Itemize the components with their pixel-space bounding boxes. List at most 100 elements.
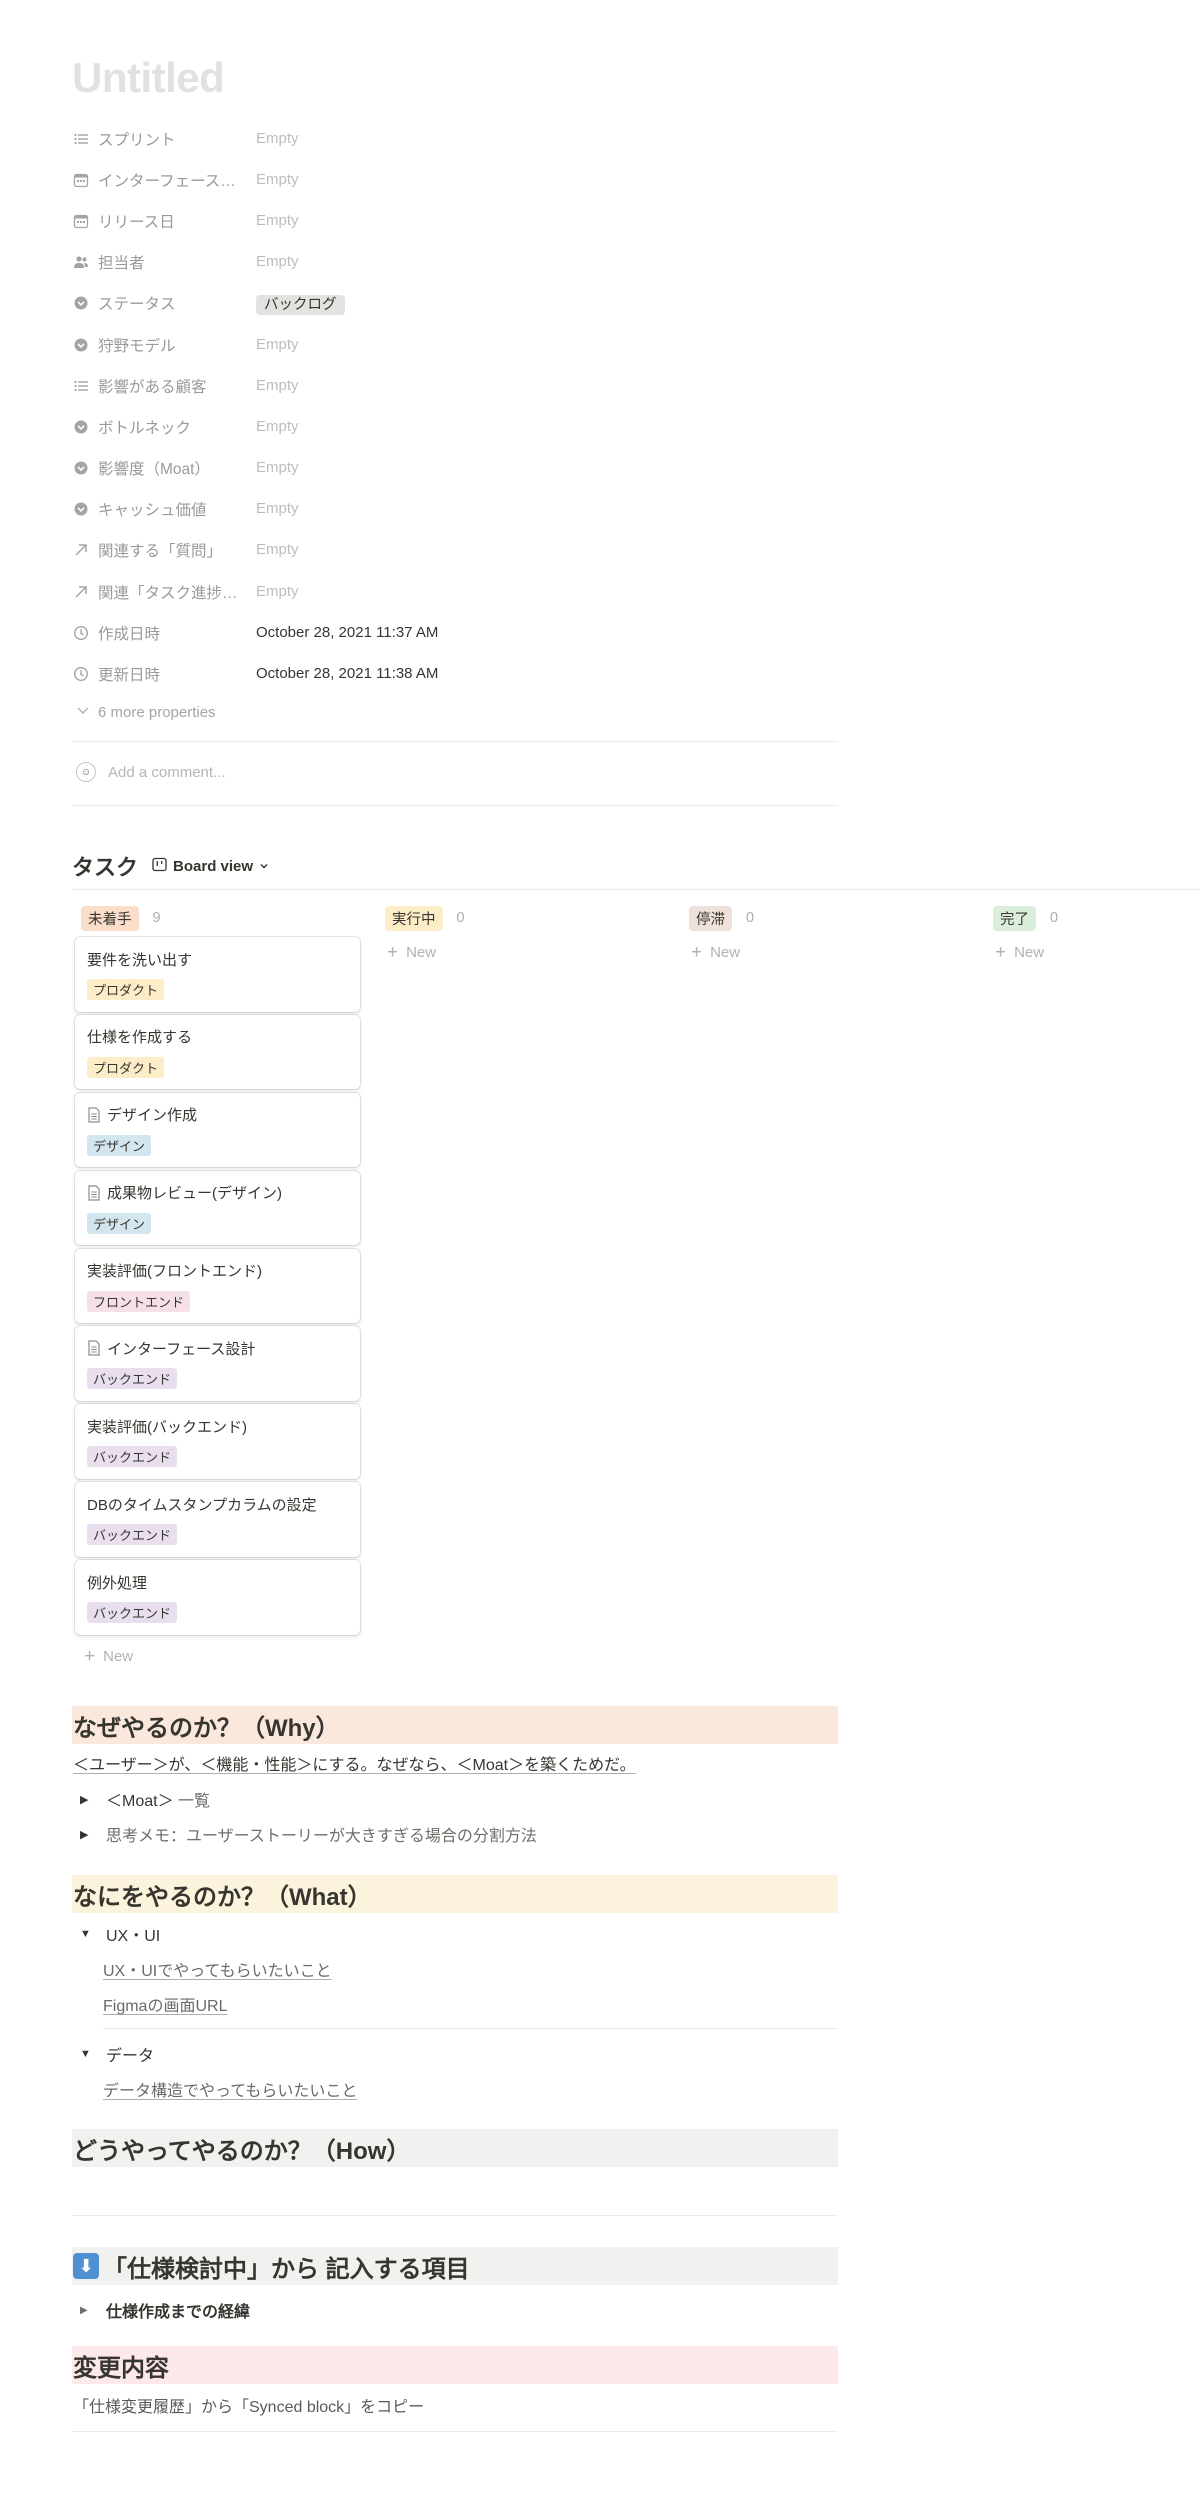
property-value-cell[interactable]: バックログ [256,293,345,315]
page-title[interactable]: Untitled [72,54,225,102]
property-value[interactable]: Empty [256,212,299,229]
board-column: 完了 0 + New [987,905,1200,962]
property-value-cell[interactable]: Empty [256,253,299,271]
property-name[interactable]: キャッシュ価値 [72,498,256,520]
property-name[interactable]: 作成日時 [72,622,256,644]
toggle-moat-list[interactable]: ▶ ＜Moat＞ 一覧 [80,1787,210,1811]
property-value-cell[interactable]: Empty [256,583,299,601]
property-row[interactable]: 関連する「質問」 Empty [72,530,838,571]
property-value-cell[interactable]: October 28, 2021 11:38 AM [256,665,438,683]
property-row[interactable]: 狩野モデル Empty [72,324,838,365]
property-name[interactable]: 担当者 [72,251,256,273]
why-statement[interactable]: ＜ユーザー＞が、＜機能・性能＞にする。なぜなら、＜Moat＞を築くためだ。 [73,1751,636,1775]
comment-input[interactable]: ☺ Add a comment... [76,762,226,782]
property-value[interactable]: October 28, 2021 11:37 AM [256,624,438,641]
board-card[interactable]: 仕様を作成する プロダクト [75,1014,360,1090]
board-card[interactable]: 実装評価(バックエンド) バックエンド [75,1404,360,1479]
new-card-button[interactable]: + New [987,943,1200,962]
card-list: 要件を洗い出す プロダクト 仕様を作成する プロダクト デザイン作成 デザイン … [75,937,360,1638]
property-name[interactable]: リリース日 [72,210,256,232]
property-value-cell[interactable]: Empty [256,500,299,518]
property-name[interactable]: スプリント [72,128,256,150]
property-value[interactable]: Empty [256,500,299,517]
select-icon [72,500,90,518]
board-card[interactable]: 要件を洗い出す プロダクト [75,937,360,1012]
property-name[interactable]: ボトルネック [72,416,256,438]
property-value-cell[interactable]: Empty [256,418,299,436]
column-header[interactable]: 実行中 0 [379,905,669,931]
property-name[interactable]: 狩野モデル [72,334,256,356]
property-value[interactable]: Empty [256,336,299,353]
property-row[interactable]: 作成日時 October 28, 2021 11:37 AM [72,612,838,653]
property-row[interactable]: 影響がある顧客 Empty [72,365,838,406]
property-value-cell[interactable]: October 28, 2021 11:37 AM [256,624,438,642]
property-value[interactable]: Empty [256,541,299,558]
property-row[interactable]: 更新日時 October 28, 2021 11:38 AM [72,653,838,694]
ux-ui-link[interactable]: UX・UIでやってもらいたいこと [103,1957,332,1981]
column-header[interactable]: 未着手 9 [75,905,365,931]
new-card-button[interactable]: + New [84,1647,133,1666]
heading-change[interactable]: 変更内容 [72,2346,838,2384]
document-icon [87,1340,101,1357]
property-value-cell[interactable]: Empty [256,541,299,559]
property-name[interactable]: 影響がある顧客 [72,375,256,397]
property-value-cell[interactable]: Empty [256,377,299,395]
heading-spec[interactable]: ⬇ 「仕様検討中」から 記入する項目 [72,2247,838,2285]
column-header[interactable]: 停滞 0 [683,905,973,931]
property-row[interactable]: ステータス バックログ [72,283,838,324]
board-card[interactable]: 成果物レビュー(デザイン) デザイン [75,1170,360,1246]
heading-how[interactable]: どうやってやるのか？（How） [72,2129,838,2167]
property-row[interactable]: キャッシュ価値 Empty [72,489,838,530]
property-value[interactable]: Empty [256,253,299,270]
new-card-button[interactable]: + New [683,943,973,962]
board-card[interactable]: 例外処理 バックエンド [75,1560,360,1635]
property-name[interactable]: 関連する「質問」 [72,539,256,561]
property-row[interactable]: 担当者 Empty [72,242,838,283]
new-card-button[interactable]: + New [379,943,669,962]
property-value[interactable]: Empty [256,459,299,476]
board-card[interactable]: デザイン作成 デザイン [75,1092,360,1168]
property-value-cell[interactable]: Empty [256,336,299,354]
property-value[interactable]: Empty [256,418,299,435]
toggle-ux-ui[interactable]: ▼ UX・UI [80,1922,160,1946]
heading-what[interactable]: なにをやるのか？（What） [72,1875,838,1913]
property-row[interactable]: ボトルネック Empty [72,406,838,447]
toggle-label: 思考メモ：ユーザーストーリーが大きすぎる場合の分割方法 [106,1828,537,1845]
property-value[interactable]: Empty [256,583,299,600]
property-name[interactable]: 更新日時 [72,663,256,685]
database-title[interactable]: タスク [72,850,138,882]
property-value[interactable]: Empty [256,171,299,188]
property-name[interactable]: 影響度（Moat） [72,457,256,479]
property-value[interactable]: Empty [256,130,299,147]
toggle-label: データ [106,2048,155,2065]
new-label: New [103,1648,134,1665]
property-name[interactable]: ステータス [72,292,256,314]
property-value[interactable]: October 28, 2021 11:38 AM [256,665,438,682]
property-row[interactable]: スプリント Empty [72,118,838,159]
property-label: リリース日 [98,213,175,231]
toggle-thinking-memo[interactable]: ▶ 思考メモ：ユーザーストーリーが大きすぎる場合の分割方法 [80,1822,537,1846]
status-chip[interactable]: バックログ [256,294,345,315]
property-row[interactable]: インターフェース… Empty [72,159,838,200]
property-name[interactable]: インターフェース… [72,169,256,191]
toggle-spec-history[interactable]: ▶ 仕様作成までの経緯 [80,2298,250,2322]
heading-why[interactable]: なぜやるのか？（Why） [72,1706,838,1744]
figma-link[interactable]: Figmaの画面URL [103,1992,227,2016]
board-card[interactable]: インターフェース設計 バックエンド [75,1326,360,1401]
property-row[interactable]: 影響度（Moat） Empty [72,448,838,489]
data-structure-link[interactable]: データ構造でやってもらいたいこと [103,2077,357,2101]
property-value[interactable]: Empty [256,377,299,394]
property-name[interactable]: 関連「タスク進捗… [72,581,256,603]
property-value-cell[interactable]: Empty [256,212,299,230]
view-switcher[interactable]: Board view [152,857,269,876]
property-value-cell[interactable]: Empty [256,171,299,189]
property-row[interactable]: 関連「タスク進捗… Empty [72,571,838,612]
column-header[interactable]: 完了 0 [987,905,1200,931]
property-row[interactable]: リリース日 Empty [72,200,838,241]
property-value-cell[interactable]: Empty [256,130,299,148]
more-properties-toggle[interactable]: 6 more properties [76,703,216,721]
toggle-data[interactable]: ▼ データ [80,2042,154,2066]
board-card[interactable]: 実装評価(フロントエンド) フロントエンド [75,1248,360,1324]
board-card[interactable]: DBのタイムスタンプカラムの設定 バックエンド [75,1482,360,1557]
property-value-cell[interactable]: Empty [256,459,299,477]
